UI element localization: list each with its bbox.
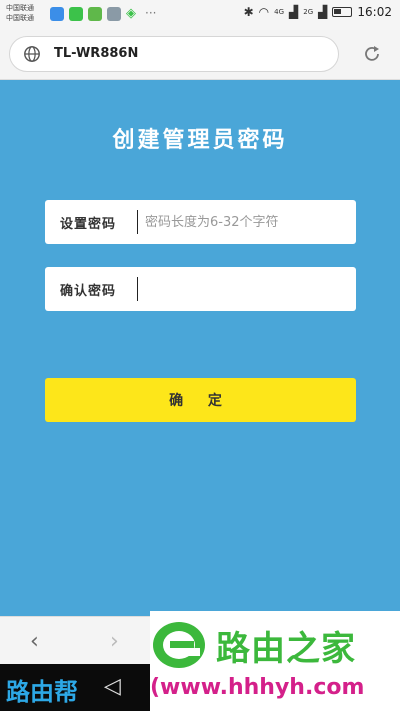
url-text: TL-WR886N — [54, 46, 139, 61]
wifi-icon: ◠ — [258, 5, 270, 19]
brand-watermark: 路由之家 (www.hhhyh.com — [150, 611, 400, 711]
field-divider — [137, 277, 138, 301]
image-icon — [107, 7, 121, 21]
system-status: ✱ ◠ 4G ▟ 2G ▟ 16:02 — [244, 5, 392, 19]
confirm-button[interactable]: 确 定 — [45, 378, 356, 422]
carrier-line-1: 中国联通 — [6, 4, 34, 12]
network-label-1: 4G — [274, 8, 285, 16]
bluetooth-icon: ✱ — [243, 5, 254, 19]
site-tag-text: 路由帮 — [6, 677, 78, 706]
set-password-field: 设置密码 — [45, 200, 356, 244]
set-password-input[interactable] — [145, 204, 345, 240]
signal-icon-2: ▟ — [318, 5, 328, 19]
set-password-label: 设置密码 — [60, 217, 117, 232]
network-label-2: 2G — [303, 8, 314, 16]
clock: 16:02 — [357, 5, 392, 19]
wifi-shield-icon: ◈ — [126, 6, 136, 21]
confirm-password-field: 确认密码 — [45, 267, 356, 311]
wechat-icon — [69, 7, 83, 21]
globe-icon — [24, 46, 40, 62]
app-notification-icon — [50, 7, 64, 21]
brand-name: 路由之家 — [216, 629, 356, 669]
back-triangle-icon: ◁ — [104, 674, 121, 699]
address-bar[interactable]: TL-WR886N — [9, 36, 339, 72]
back-icon[interactable]: ‹ — [30, 629, 39, 654]
page-title: 创建管理员密码 — [112, 127, 288, 153]
chart-app-icon — [88, 7, 102, 21]
status-bar: 中国联通 中国联通 ◈ ··· ✱ ◠ 4G ▟ 2G ▟ 16:02 — [0, 0, 400, 30]
field-divider — [137, 210, 138, 234]
brand-url: (www.hhhyh.com — [150, 675, 365, 700]
site-tag-watermark: 路由帮 ◁ — [0, 664, 150, 711]
carrier-info: 中国联通 中国联通 — [6, 3, 34, 23]
notification-icons: ◈ ··· — [50, 7, 156, 21]
forward-icon[interactable]: › — [110, 629, 119, 654]
confirm-password-label: 确认密码 — [60, 284, 117, 299]
brand-logo-icon — [153, 622, 205, 668]
more-notifications-icon: ··· — [145, 6, 157, 20]
battery-icon — [332, 7, 353, 17]
browser-toolbar: TL-WR886N — [0, 30, 400, 80]
carrier-line-2: 中国联通 — [6, 14, 34, 22]
router-setup-panel: 创建管理员密码 设置密码 确认密码 确 定 — [0, 80, 400, 616]
confirm-password-input[interactable] — [145, 271, 345, 307]
reload-icon[interactable] — [362, 44, 382, 64]
signal-icon: ▟ — [289, 5, 299, 19]
